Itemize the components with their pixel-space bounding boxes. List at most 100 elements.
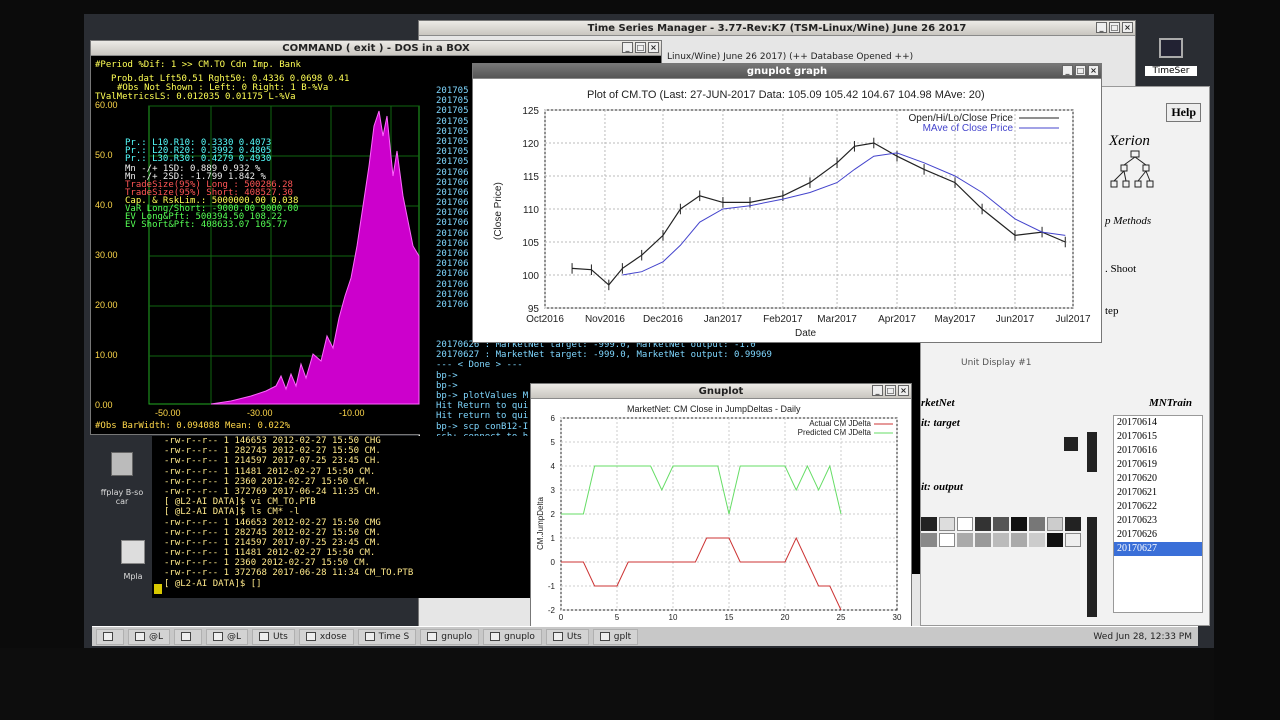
jumpdelta-chart: MarketNet: CM Close in JumpDeltas - Dail… (536, 404, 902, 622)
y-tick: 40.0 (95, 200, 113, 210)
list-item[interactable]: 20170622 (1114, 500, 1202, 514)
close-icon[interactable]: × (648, 42, 659, 53)
ls-line: -rw-r--r-- 1 2360 2012-02-27 15:50 CM. (164, 476, 370, 487)
minimize-icon[interactable]: _ (872, 385, 883, 396)
list-item[interactable]: 20170623 (1114, 514, 1202, 528)
gnuplot-main-window: gnuplot graph _ □ × Plot of CM.TO (Last: 2… (472, 63, 1102, 343)
y-tick: 100 (522, 271, 539, 282)
window-icon (103, 632, 113, 641)
list-item[interactable]: 20170619 (1114, 458, 1202, 472)
gnuplot-small-title: Gnuplot (698, 386, 744, 397)
y-tick: 0.00 (95, 400, 113, 410)
small-y-axis-label: CM.JumpDelta (536, 497, 545, 550)
date-line: 201706 (436, 167, 469, 178)
y-tick: -2 (548, 606, 556, 615)
window-icon (213, 632, 224, 641)
ls-line: -rw-r--r-- 1 282745 2012-02-27 15:50 CM. (164, 446, 381, 457)
series-mave (622, 152, 1066, 276)
unit-grid-target (921, 431, 1101, 479)
taskbar-item[interactable]: gnuplo (483, 628, 542, 645)
ffplay-icon[interactable]: ffplay B-so car (96, 452, 148, 516)
y-tick: 6 (551, 414, 556, 423)
x-tick: Feb2017 (763, 314, 803, 325)
taskbar-item[interactable] (96, 628, 124, 645)
minimize-icon[interactable]: _ (1096, 22, 1107, 33)
x-tick: Nov2016 (585, 314, 625, 325)
date-line: 201705 (436, 96, 469, 107)
close-icon[interactable]: × (1088, 65, 1099, 76)
taskbar-item-label: gplt (613, 631, 632, 642)
ls-line: -rw-r--r-- 1 11481 2012-02-27 15:50 CM. (164, 548, 376, 559)
gnuplot-small-window: Gnuplot _ □ × MarketNet: CM Close in JumpD… (530, 383, 912, 628)
y-tick: 4 (551, 462, 556, 471)
desktop-icon-label: TimeSer (1145, 66, 1197, 76)
terminal-line: --- < Done > --- (436, 360, 523, 371)
dos-titlebar[interactable]: COMMAND ( exit ) - DOS in a BOX _ □ × (91, 41, 661, 56)
dos-line: Pr.: L30.R30: 0.4279 0.4930 (125, 154, 272, 164)
ls-line: -rw-r--r-- 1 282745 2012-02-27 15:50 CM. (164, 527, 381, 538)
maximize-icon[interactable]: □ (1075, 65, 1086, 76)
close-icon[interactable]: × (898, 385, 909, 396)
taskbar-item[interactable]: gnuplo (420, 628, 480, 645)
scroll-handle-icon[interactable] (1087, 432, 1097, 472)
maximize-icon[interactable]: □ (1109, 22, 1120, 33)
x-tick: 25 (837, 613, 846, 622)
maximize-icon[interactable]: □ (885, 385, 896, 396)
x-tick: 15 (725, 613, 734, 622)
list-item[interactable]: 20170627 (1114, 542, 1202, 556)
x-tick: 20 (781, 613, 790, 622)
ls-terminal[interactable]: -rw-r--r-- 1 146653 2012-02-27 15:50 CHG… (152, 436, 532, 598)
date-line: 201706 (436, 249, 469, 259)
date-line: 201705 (436, 126, 469, 137)
date-line: 201706 (436, 279, 469, 290)
minimize-icon[interactable]: _ (1062, 65, 1073, 76)
desktop-icon-timeser[interactable]: TimeSer (1145, 38, 1197, 84)
taskbar-item[interactable]: @L (128, 628, 171, 645)
list-item[interactable]: 20170615 (1114, 430, 1202, 444)
taskbar-item-label: Uts (273, 631, 288, 642)
x-tick: Oct2016 (526, 314, 564, 325)
y-axis-label: (Close Price) (493, 182, 504, 240)
taskbar-item[interactable]: Time S (357, 628, 417, 645)
terminal-line: bp-> (436, 370, 458, 381)
taskbar-item[interactable]: gplt (592, 628, 639, 645)
x-tick: Jan2017 (704, 314, 743, 325)
date-line: 201705 (436, 147, 469, 158)
taskbar-item[interactable] (174, 628, 203, 645)
ffplay-label: ffplay B-so car (100, 488, 144, 506)
close-icon[interactable]: × (1122, 22, 1133, 33)
list-item[interactable]: 20170614 (1114, 416, 1202, 430)
tsm-titlebar[interactable]: Time Series Manager - 3.77-Rev:K7 (TSM-L… (419, 21, 1135, 36)
list-item[interactable]: 20170616 (1114, 444, 1202, 458)
taskbar-item-label: gnuplo (504, 631, 535, 642)
scroll-handle-output[interactable] (1087, 517, 1097, 617)
y-tick: 2 (551, 510, 556, 519)
help-button[interactable]: Help (1166, 103, 1201, 122)
ls-line: -rw-r--r-- 1 2360 2012-02-27 15:50 CM. (164, 558, 370, 569)
y-tick: 10.00 (95, 350, 118, 360)
y-tick: 110 (523, 205, 539, 216)
taskbar-item-label: Time S (378, 631, 410, 642)
gnuplot-small-titlebar[interactable]: Gnuplot _ □ × (531, 384, 911, 399)
date-listbox[interactable]: 20170614 20170615 20170616 20170619 20170620… (1113, 415, 1203, 613)
gnuplot-main-titlebar[interactable]: gnuplot graph _ □ × (473, 64, 1101, 79)
x-tick: Dec2016 (643, 314, 683, 325)
maximize-icon[interactable]: □ (635, 42, 646, 53)
x-tick: -50.00 (155, 408, 181, 418)
unit-display-title: Unit Display #1 (961, 358, 1032, 368)
date-line: 201706 (436, 218, 469, 229)
tsm-title: Time Series Manager - 3.77-Rev:K7 (TSM-L… (587, 23, 967, 34)
list-item[interactable]: 20170620 (1114, 472, 1202, 486)
date-line: 201706 (436, 238, 469, 249)
list-item[interactable]: 20170621 (1114, 486, 1202, 500)
taskbar-item[interactable]: @L (206, 628, 249, 645)
minimize-icon[interactable]: _ (622, 42, 633, 53)
list-item[interactable]: 20170626 (1114, 528, 1202, 542)
taskbar-item[interactable]: Uts (252, 628, 295, 645)
taskbar-item[interactable]: Uts (545, 628, 589, 645)
shoot-label: . Shoot (1105, 263, 1137, 275)
taskbar-item[interactable]: xdose (298, 628, 354, 645)
x-tick: 10 (669, 613, 678, 622)
mplayer-icon[interactable]: Mpla (116, 540, 150, 586)
unit-grid-output (921, 517, 1083, 553)
